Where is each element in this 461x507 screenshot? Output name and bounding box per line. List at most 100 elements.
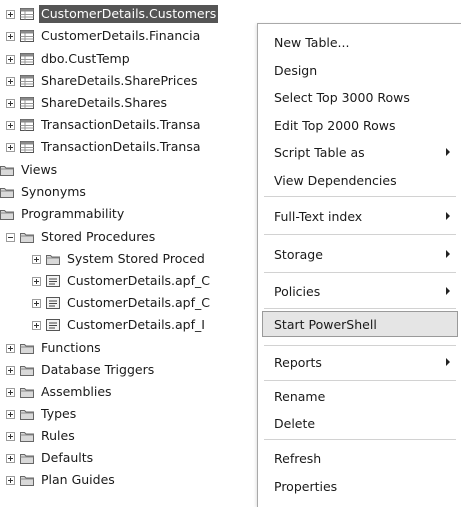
expand-icon[interactable] <box>32 298 41 308</box>
tree-node-label[interactable]: Functions <box>39 339 103 357</box>
folder-icon <box>0 164 14 176</box>
tree-node[interactable]: Rules <box>6 425 77 447</box>
menu-item-design[interactable]: Design <box>258 57 461 83</box>
expand-icon[interactable] <box>6 120 15 130</box>
collapse-icon[interactable] <box>6 232 15 242</box>
tree-node[interactable]: Programmability <box>0 203 126 225</box>
tree-node[interactable]: System Stored Proced <box>32 248 207 270</box>
tree-node-label[interactable]: TransactionDetails.Transa <box>39 138 203 156</box>
submenu-arrow-icon <box>446 148 450 156</box>
tree-node-label[interactable]: Views <box>19 161 59 179</box>
stored-procedure-icon <box>46 275 60 287</box>
menu-item-label: Policies <box>274 283 321 299</box>
context-menu: New Table... Design Select Top 3000 Rows Ed… <box>257 23 461 507</box>
menu-separator <box>264 345 456 346</box>
table-icon <box>20 8 34 20</box>
folder-icon <box>20 386 34 398</box>
folder-icon <box>20 474 34 486</box>
menu-item-full-text-index[interactable]: Full-Text index <box>258 203 461 229</box>
expand-icon[interactable] <box>6 431 15 441</box>
submenu-arrow-icon <box>446 250 450 258</box>
tree-node[interactable]: Defaults <box>6 447 95 469</box>
menu-item-script-table-as[interactable]: Script Table as <box>258 139 461 165</box>
menu-item-label: Storage <box>274 246 323 262</box>
tree-node[interactable]: CustomerDetails.Customers <box>6 3 219 25</box>
tree-node-label[interactable]: System Stored Proced <box>65 250 207 268</box>
tree-node-label[interactable]: dbo.CustTemp <box>39 50 132 68</box>
expand-icon[interactable] <box>6 453 15 463</box>
expand-icon[interactable] <box>6 9 15 19</box>
tree-node[interactable]: Database Triggers <box>6 359 156 381</box>
tree-node-label[interactable]: Types <box>39 405 78 423</box>
tree-node[interactable]: Views <box>0 159 59 181</box>
tree-node-label[interactable]: ShareDetails.SharePrices <box>39 72 199 90</box>
tree-node[interactable]: ShareDetails.SharePrices <box>6 70 199 92</box>
menu-separator <box>264 272 456 273</box>
tree-node-label[interactable]: ShareDetails.Shares <box>39 94 169 112</box>
menu-item-label: Delete <box>274 415 316 431</box>
menu-item-storage[interactable]: Storage <box>258 241 461 267</box>
tree-node[interactable]: dbo.CustTemp <box>6 48 132 70</box>
tree-node-label[interactable]: Rules <box>39 427 77 445</box>
expand-icon[interactable] <box>6 475 15 485</box>
tree-node[interactable]: Plan Guides <box>6 469 117 491</box>
tree-node[interactable]: CustomerDetails.apf_C <box>32 270 212 292</box>
tree-node[interactable]: TransactionDetails.Transa <box>6 136 203 158</box>
tree-node-label[interactable]: Database Triggers <box>39 361 156 379</box>
tree-node[interactable]: Assemblies <box>6 381 114 403</box>
expand-icon[interactable] <box>6 409 15 419</box>
menu-item-rename[interactable]: Rename <box>258 383 461 409</box>
tree-node-label[interactable]: Plan Guides <box>39 471 117 489</box>
tree-node[interactable]: CustomerDetails.apf_C <box>32 292 212 314</box>
tree-node-label[interactable]: CustomerDetails.Customers <box>39 5 219 23</box>
table-icon <box>20 30 34 42</box>
menu-item-edit-top-2000-rows[interactable]: Edit Top 2000 Rows <box>258 112 461 138</box>
expand-icon[interactable] <box>6 31 15 41</box>
expand-icon[interactable] <box>32 320 41 330</box>
tree-node[interactable]: Functions <box>6 337 103 359</box>
menu-item-label: Select Top 3000 Rows <box>274 89 410 105</box>
expand-icon[interactable] <box>32 254 41 264</box>
expand-icon[interactable] <box>6 365 15 375</box>
menu-item-properties[interactable]: Properties <box>258 473 461 499</box>
tree-node-label[interactable]: TransactionDetails.Transa <box>39 116 203 134</box>
expand-icon[interactable] <box>6 387 15 397</box>
tree-node-label[interactable]: Defaults <box>39 449 95 467</box>
tree-node[interactable]: ShareDetails.Shares <box>6 92 169 114</box>
menu-separator <box>264 380 456 381</box>
tree-node[interactable]: Types <box>6 403 78 425</box>
tree-node-label[interactable]: Programmability <box>19 205 126 223</box>
expand-icon[interactable] <box>6 54 15 64</box>
menu-item-reports[interactable]: Reports <box>258 349 461 375</box>
tree-node-label[interactable]: CustomerDetails.apf_C <box>65 294 212 312</box>
menu-item-label: Reports <box>274 354 322 370</box>
tree-node[interactable]: Synonyms <box>0 181 88 203</box>
menu-item-start-powershell[interactable]: Start PowerShell <box>262 311 458 337</box>
tree-node-label[interactable]: Stored Procedures <box>39 228 157 246</box>
tree-node[interactable]: Stored Procedures <box>6 226 157 248</box>
tree-node[interactable]: CustomerDetails.apf_I <box>32 314 207 336</box>
submenu-arrow-icon <box>446 212 450 220</box>
tree-node[interactable]: CustomerDetails.Financia <box>6 25 202 47</box>
menu-item-policies[interactable]: Policies <box>258 278 461 304</box>
menu-item-label: View Dependencies <box>274 172 397 188</box>
expand-icon[interactable] <box>6 142 15 152</box>
expand-icon[interactable] <box>6 76 15 86</box>
menu-item-view-dependencies[interactable]: View Dependencies <box>258 167 461 193</box>
tree-node-label[interactable]: Assemblies <box>39 383 114 401</box>
stored-procedure-icon <box>46 319 60 331</box>
tree-node-label[interactable]: CustomerDetails.apf_C <box>65 272 212 290</box>
menu-item-delete[interactable]: Delete <box>258 410 461 436</box>
table-icon <box>20 119 34 131</box>
menu-item-refresh[interactable]: Refresh <box>258 445 461 471</box>
menu-item-new-table[interactable]: New Table... <box>258 29 461 55</box>
folder-icon <box>46 253 60 265</box>
tree-node-label[interactable]: CustomerDetails.apf_I <box>65 316 207 334</box>
expand-icon[interactable] <box>32 276 41 286</box>
menu-item-select-top-3000-rows[interactable]: Select Top 3000 Rows <box>258 84 461 110</box>
tree-node[interactable]: TransactionDetails.Transa <box>6 114 203 136</box>
tree-node-label[interactable]: Synonyms <box>19 183 88 201</box>
expand-icon[interactable] <box>6 343 15 353</box>
tree-node-label[interactable]: CustomerDetails.Financia <box>39 27 202 45</box>
expand-icon[interactable] <box>6 98 15 108</box>
